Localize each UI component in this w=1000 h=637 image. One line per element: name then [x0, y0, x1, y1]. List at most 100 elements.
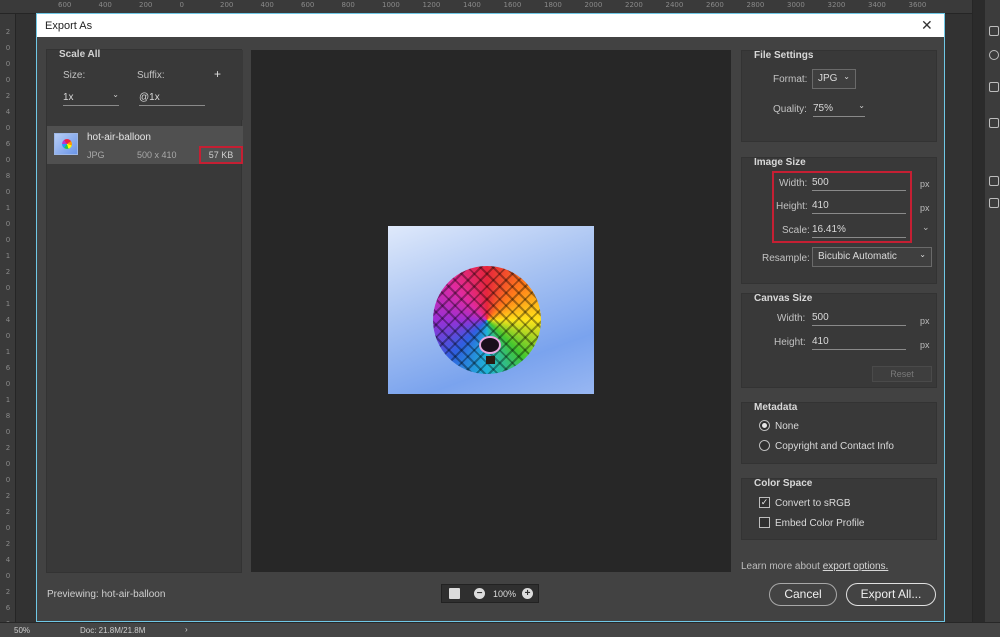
metadata-copyright-radio[interactable]: [759, 440, 770, 451]
srgb-label[interactable]: Convert to sRGB: [775, 498, 851, 509]
asset-row[interactable]: hot-air-balloon JPG 500 x 410 57 KB: [47, 126, 243, 164]
panel-icon[interactable]: [989, 198, 999, 208]
ruler-tick-label: 3400: [868, 1, 886, 9]
preview-image: [388, 226, 594, 394]
ruler-tick-label: 800: [341, 1, 355, 9]
panel-icon[interactable]: [989, 26, 999, 36]
panel-icon[interactable]: [989, 82, 999, 92]
ruler-tick-label: 2: [5, 540, 11, 548]
ruler-tick-label: 6: [5, 364, 11, 372]
learn-more-text: Learn more about export options.: [741, 561, 888, 572]
color-space-section: Color Space ✓ Convert to sRGB Embed Colo…: [741, 478, 937, 540]
ruler-tick-label: 0: [5, 220, 11, 228]
metadata-copyright-label[interactable]: Copyright and Contact Info: [775, 441, 894, 452]
resample-label: Resample:: [762, 253, 810, 264]
assets-panel: Scale All Size: Suffix: + 1x ⌄ @1x hot-a…: [46, 49, 243, 573]
ruler-tick-label: 3000: [787, 1, 805, 9]
ruler-tick-label: 0: [5, 524, 11, 532]
ruler-tick-label: 0: [5, 460, 11, 468]
ruler-tick-label: 0: [5, 284, 11, 292]
preview-zoom-controls: − 100% +: [441, 584, 539, 603]
metadata-section: Metadata None Copyright and Contact Info: [741, 402, 937, 464]
image-width-input[interactable]: 500: [812, 177, 906, 191]
ruler-tick-label: 600: [58, 1, 72, 9]
ruler-tick-label: 0: [5, 476, 11, 484]
metadata-none-label[interactable]: None: [775, 421, 799, 432]
quality-dropdown[interactable]: 75% ⌄: [813, 101, 865, 117]
ruler-tick-label: 200: [220, 1, 234, 9]
status-bar: 50% Doc: 21.8M/21.8M ›: [0, 622, 1000, 637]
asset-name: hot-air-balloon: [87, 132, 151, 143]
fit-screen-icon[interactable]: [449, 588, 460, 599]
srgb-checkbox[interactable]: ✓: [759, 497, 770, 508]
learn-more-prefix: Learn more about: [741, 561, 820, 572]
zoom-out-icon[interactable]: −: [474, 588, 485, 599]
resample-dropdown[interactable]: Bicubic Automatic ⌄: [812, 247, 932, 267]
ruler-tick-label: 0: [5, 236, 11, 244]
ruler-tick-label: 2: [5, 588, 11, 596]
ruler-tick-label: 8: [5, 412, 11, 420]
ruler-tick-label: 200: [139, 1, 153, 9]
embed-profile-label[interactable]: Embed Color Profile: [775, 518, 864, 529]
canvas-width-label: Width:: [777, 313, 806, 324]
ruler-tick-label: 1: [5, 300, 11, 308]
image-height-input[interactable]: 410: [812, 200, 906, 214]
quality-label: Quality:: [773, 104, 807, 115]
ruler-tick-label: 2600: [706, 1, 724, 9]
panel-icon[interactable]: [989, 176, 999, 186]
ruler-tick-label: 2: [5, 444, 11, 452]
ruler-tick-label: 2800: [746, 1, 765, 9]
close-icon[interactable]: ✕: [921, 17, 933, 34]
zoom-in-icon[interactable]: +: [522, 588, 533, 599]
canvas-width-input[interactable]: 500: [812, 312, 906, 326]
resample-value: Bicubic Automatic: [818, 251, 897, 262]
scale-chevron-down-icon[interactable]: ⌄: [922, 222, 930, 233]
ruler-tick-label: 0: [5, 44, 11, 52]
suffix-input[interactable]: @1x: [139, 92, 205, 106]
asset-thumbnail: [54, 133, 78, 155]
image-width-label: Width:: [779, 178, 808, 189]
canvas-height-input[interactable]: 410: [812, 336, 906, 350]
file-settings-header: File Settings: [754, 50, 814, 61]
canvas-height-unit: px: [920, 340, 930, 350]
preview-canvas[interactable]: [251, 50, 731, 572]
export-options-link[interactable]: export options.: [823, 561, 889, 572]
panel-icon[interactable]: [989, 50, 999, 60]
cancel-button[interactable]: Cancel: [769, 583, 837, 606]
chevron-down-icon: ⌄: [919, 250, 926, 259]
ruler-tick-label: 0: [5, 156, 11, 164]
image-size-section: Image Size Width: 500 px Height: 410 px …: [741, 157, 937, 284]
ruler-tick-label: 2: [5, 492, 11, 500]
zoom-level[interactable]: 50%: [14, 626, 30, 635]
export-as-dialog: Export As ✕ Scale All Size: Suffix: + 1x…: [36, 13, 945, 622]
ruler-tick-label: 0: [179, 1, 184, 9]
metadata-header: Metadata: [754, 402, 798, 413]
canvas-width-unit: px: [920, 316, 930, 326]
ruler-tick-label: 2200: [625, 1, 643, 9]
ruler-tick-label: 8: [5, 172, 11, 180]
image-width-unit: px: [920, 179, 930, 189]
ruler-tick-label: 2000: [584, 1, 603, 9]
vertical-ruler: 20002406080100120140160180200220240260: [0, 14, 16, 622]
size-dropdown[interactable]: 1x ⌄: [63, 90, 119, 106]
image-scale-input[interactable]: 16.41%: [812, 224, 906, 238]
ruler-tick-label: 2: [5, 28, 11, 36]
reset-button[interactable]: Reset: [872, 366, 932, 382]
dialog-titlebar: Export As ✕: [37, 14, 944, 37]
color-space-header: Color Space: [754, 478, 813, 489]
format-value: JPG: [818, 73, 838, 84]
file-settings-section: File Settings Format: JPG ⌄ Quality: 75%…: [741, 50, 937, 142]
status-menu-arrow-icon[interactable]: ›: [185, 625, 188, 634]
asset-filesize: 57 KB: [199, 146, 243, 164]
export-all-button[interactable]: Export All...: [846, 583, 936, 606]
size-value: 1x: [63, 92, 74, 103]
ruler-tick-label: 0: [5, 60, 11, 68]
ruler-tick-label: 1200: [422, 1, 441, 9]
embed-profile-checkbox[interactable]: [759, 517, 770, 528]
metadata-none-radio[interactable]: [759, 420, 770, 431]
format-dropdown[interactable]: JPG ⌄: [812, 69, 856, 89]
horizontal-ruler: 600 400 200 0 200 400 600 800 1000 1200 1400 1600 18…: [0, 0, 1000, 14]
chevron-down-icon: ⌄: [843, 72, 850, 81]
add-scale-icon[interactable]: +: [214, 67, 221, 81]
panel-icon[interactable]: [989, 118, 999, 128]
